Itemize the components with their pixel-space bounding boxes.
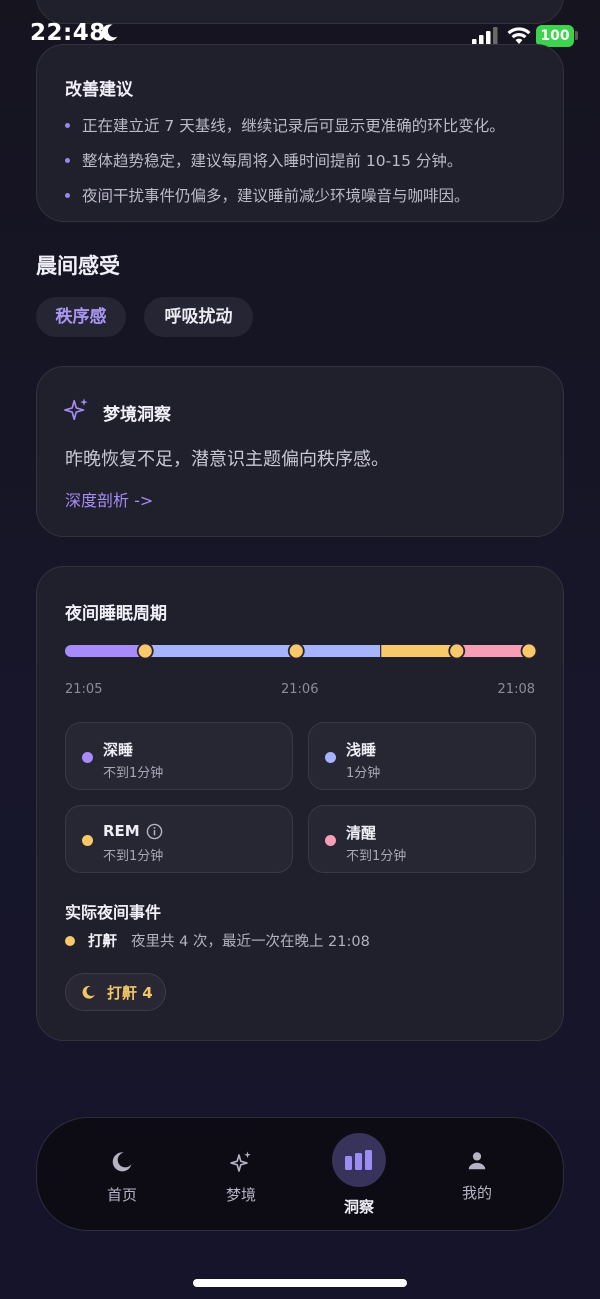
suggestion-item: 夜间干扰事件仍偏多，建议睡前减少环境噪音与咖啡因。 — [65, 184, 535, 206]
legend-value: 1分钟 — [346, 766, 381, 781]
status-time: 22:48 — [30, 20, 106, 46]
snore-chip[interactable]: 打鼾 4 — [65, 973, 166, 1011]
legend-dot — [82, 752, 93, 763]
legend-value: 不到1分钟 — [346, 849, 407, 864]
legend-light: 浅睡 1分钟 — [308, 722, 536, 790]
nav-insight-active-bg — [332, 1133, 386, 1187]
nav-label: 梦境 — [225, 1186, 256, 1204]
suggestions-title: 改善建议 — [65, 80, 133, 100]
legend-name: 深睡 — [103, 741, 134, 759]
signal-icon — [472, 27, 498, 45]
focus-moon-icon — [101, 24, 118, 41]
nav-profile[interactable]: 我的 — [437, 1150, 517, 1203]
timeline-event-marker[interactable] — [287, 642, 305, 660]
tag-chip-order[interactable]: 秩序感 — [36, 297, 126, 337]
bar-chart-icon — [345, 1150, 372, 1170]
legend-name: 浅睡 — [346, 741, 377, 759]
bullet-dot — [65, 158, 70, 163]
legend-dot — [325, 752, 336, 763]
suggestion-item: 正在建立近 7 天基线，继续记录后可显示更准确的环比变化。 — [65, 114, 535, 136]
battery-tip — [575, 31, 578, 40]
home-indicator — [193, 1279, 407, 1287]
suggestions-card: 改善建议 正在建立近 7 天基线，继续记录后可显示更准确的环比变化。 整体趋势稳… — [36, 44, 564, 222]
suggestion-text: 夜间干扰事件仍偏多，建议睡前减少环境噪音与咖啡因。 — [82, 187, 470, 205]
sleep-timeline — [65, 642, 538, 660]
timeline-event-marker[interactable] — [136, 642, 154, 660]
sparkle-icon — [64, 398, 88, 421]
event-name: 打鼾 — [88, 934, 117, 950]
sleep-cycle-card: 夜间睡眠周期 21:05 21:06 21:08 深睡 不到1分钟 浅睡 1分钟… — [36, 566, 564, 1041]
legend-name: REM — [103, 822, 140, 840]
timeline-event-marker[interactable] — [520, 642, 538, 660]
event-dot — [65, 935, 75, 946]
bullet-dot — [65, 123, 70, 128]
time-label-end: 21:08 — [497, 682, 535, 697]
nav-label: 我的 — [461, 1184, 492, 1202]
legend-deep: 深睡 不到1分钟 — [65, 722, 293, 790]
timeline-segment-light — [145, 645, 381, 657]
nav-insight[interactable]: 洞察 — [319, 1133, 399, 1217]
nav-dream[interactable]: 梦境 — [201, 1150, 281, 1205]
suggestion-item: 整体趋势稳定，建议每周将入睡时间提前 10-15 分钟。 — [65, 149, 535, 171]
legend-dot — [82, 835, 93, 846]
time-label-start: 21:05 — [65, 682, 103, 697]
nav-label: 洞察 — [343, 1198, 374, 1216]
tag-chip-breathing[interactable]: 呼吸扰动 — [144, 297, 253, 337]
event-row: 打鼾 夜里共 4 次，最近一次在晚上 21:08 — [65, 930, 370, 951]
events-title: 实际夜间事件 — [65, 903, 162, 922]
sleep-cycle-title: 夜间睡眠周期 — [65, 604, 167, 624]
wifi-icon — [507, 27, 531, 44]
sparkle-icon — [230, 1151, 251, 1172]
user-icon — [468, 1152, 486, 1170]
suggestion-text: 整体趋势稳定，建议每周将入睡时间提前 10-15 分钟。 — [82, 152, 463, 170]
nav-home[interactable]: 首页 — [82, 1150, 162, 1205]
dream-insight-title: 梦境洞察 — [103, 405, 171, 425]
legend-rem: REM 不到1分钟 — [65, 805, 293, 873]
moon-icon — [82, 985, 95, 999]
snore-chip-label: 打鼾 4 — [107, 983, 153, 1002]
sleep-timeline-svg — [65, 642, 538, 660]
dream-insight-card[interactable]: 梦境洞察 昨晚恢复不足，潜意识主题偏向秩序感。 深度剖析 -> — [36, 366, 564, 537]
info-icon[interactable] — [146, 823, 163, 840]
morning-section-title: 晨间感受 — [36, 254, 120, 278]
legend-value: 不到1分钟 — [103, 849, 164, 864]
timeline-segment-rem — [381, 645, 456, 657]
timeline-event-marker[interactable] — [448, 642, 466, 660]
suggestion-text: 正在建立近 7 天基线，继续记录后可显示更准确的环比变化。 — [82, 117, 505, 135]
nav-label: 首页 — [106, 1186, 137, 1204]
timeline-segment-deep — [65, 645, 145, 657]
event-desc: 夜里共 4 次，最近一次在晚上 21:08 — [131, 934, 370, 950]
legend-dot — [325, 835, 336, 846]
legend-value: 不到1分钟 — [103, 766, 164, 781]
deep-analysis-link[interactable]: 深度剖析 -> — [65, 487, 153, 511]
legend-awake: 清醒 不到1分钟 — [308, 805, 536, 873]
time-label-mid: 21:06 — [281, 682, 319, 697]
legend-name: 清醒 — [346, 824, 377, 842]
moon-icon — [112, 1152, 132, 1172]
dream-insight-body: 昨晚恢复不足，潜意识主题偏向秩序感。 — [65, 449, 389, 470]
bullet-dot — [65, 193, 70, 198]
